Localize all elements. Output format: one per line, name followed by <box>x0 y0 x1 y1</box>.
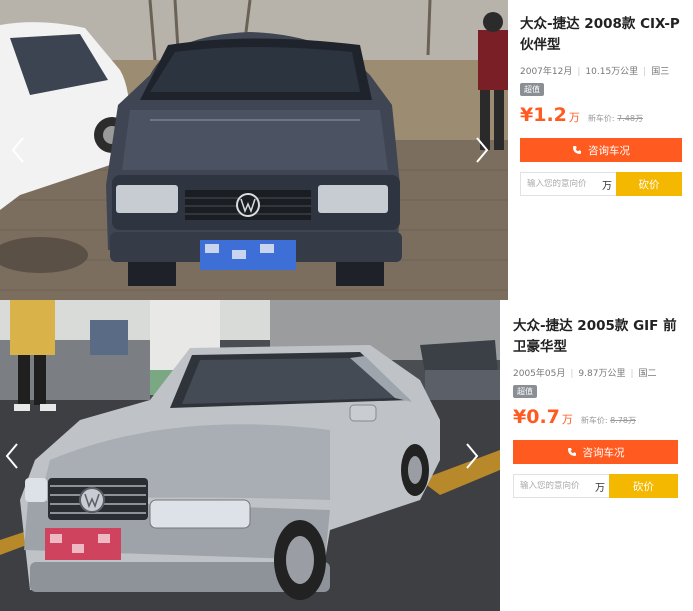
price-unit: 万 <box>568 111 580 124</box>
price-unit: 万 <box>561 413 573 426</box>
inquire-label: 咨询车况 <box>582 446 625 459</box>
bargain-form: 万 砍价 <box>513 474 678 498</box>
chevron-right-icon <box>476 137 489 163</box>
mileage: 9.87万公里 <box>578 369 626 379</box>
value-badge: 超值 <box>520 83 544 96</box>
chevron-left-icon <box>5 442 18 469</box>
car-meta: 2007年12月 | 10.15万公里 | 国三 <box>520 67 670 77</box>
value-badge: 超值 <box>513 385 537 398</box>
listing-info: 大众-捷达 2005款 GIF 前卫豪华型 2005年05月 | 9.87万公里 | 国… <box>513 300 678 498</box>
car-meta: 2005年05月 | 9.87万公里 | 国二 <box>513 369 657 379</box>
phone-icon <box>573 146 581 154</box>
bargain-button[interactable]: 砍价 <box>616 172 682 196</box>
price-symbol: ¥ <box>513 406 527 428</box>
car-title[interactable]: 大众-捷达 2005款 GIF 前卫豪华型 <box>513 316 678 358</box>
bargain-button[interactable]: 砍价 <box>609 474 678 498</box>
offer-price-input[interactable] <box>527 179 602 189</box>
mileage: 10.15万公里 <box>585 67 639 77</box>
new-price-label: 新车价: <box>580 416 608 425</box>
registration-date: 2005年05月 <box>513 369 566 379</box>
price-row: ¥1.2 万 新车价: 7.48万 <box>520 104 682 126</box>
offer-field: 万 <box>520 172 616 196</box>
offer-price-input[interactable] <box>520 481 595 491</box>
car-title[interactable]: 大众-捷达 2008款 CIX-P伙伴型 <box>520 14 682 56</box>
new-price-label: 新车价: <box>587 114 615 123</box>
offer-unit: 万 <box>602 180 612 192</box>
car-photo[interactable] <box>0 0 508 300</box>
new-car-price: 新车价: 7.48万 <box>588 113 643 124</box>
price: 0.7 <box>526 406 560 428</box>
new-price-value: 8.78万 <box>610 416 636 425</box>
next-photo-button[interactable] <box>460 438 484 474</box>
car-listing[interactable]: 大众-捷达 2005款 GIF 前卫豪华型 2005年05月 | 9.87万公里 | 国… <box>0 300 693 611</box>
inquire-condition-button[interactable]: 咨询车况 <box>513 440 678 464</box>
phone-icon <box>567 448 576 456</box>
new-price-value: 7.48万 <box>617 114 643 123</box>
inquire-label: 咨询车况 <box>588 144 630 157</box>
prev-photo-button[interactable] <box>6 132 30 168</box>
chevron-left-icon <box>11 137 24 163</box>
prev-photo-button[interactable] <box>0 438 24 474</box>
listing-info: 大众-捷达 2008款 CIX-P伙伴型 2007年12月 | 10.15万公里 | 国… <box>520 0 682 196</box>
price-symbol: ¥ <box>520 104 534 126</box>
registration-date: 2007年12月 <box>520 67 573 77</box>
car-photo-dark-sedan <box>0 0 508 300</box>
next-photo-button[interactable] <box>470 132 494 168</box>
emission-standard: 国三 <box>651 67 670 77</box>
price: 1.2 <box>533 104 567 126</box>
bargain-form: 万 砍价 <box>520 172 682 196</box>
car-photo-silver-sedan <box>0 300 500 611</box>
offer-unit: 万 <box>595 482 605 494</box>
car-photo[interactable] <box>0 300 500 611</box>
price-row: ¥0.7 万 新车价: 8.78万 <box>513 406 678 428</box>
chevron-right-icon <box>466 442 479 469</box>
new-car-price: 新车价: 8.78万 <box>581 415 636 426</box>
car-listing[interactable]: 大众-捷达 2008款 CIX-P伙伴型 2007年12月 | 10.15万公里 | 国… <box>0 0 693 300</box>
offer-field: 万 <box>513 474 609 498</box>
inquire-condition-button[interactable]: 咨询车况 <box>520 138 682 162</box>
emission-standard: 国二 <box>638 369 657 379</box>
